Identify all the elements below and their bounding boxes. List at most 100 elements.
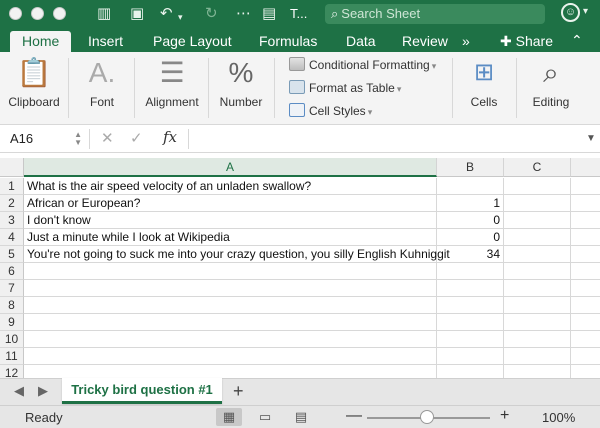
cell-d[interactable]	[571, 195, 600, 212]
column-header-b[interactable]: B	[437, 158, 504, 177]
row-header[interactable]: 10	[0, 331, 24, 348]
cell-d[interactable]	[571, 348, 600, 365]
cell-a[interactable]	[24, 348, 437, 365]
cell-d[interactable]	[571, 331, 600, 348]
row-header[interactable]: 4	[0, 229, 24, 246]
cell-b[interactable]	[437, 331, 504, 348]
cell-a[interactable]	[24, 314, 437, 331]
tab-review[interactable]: Review	[402, 31, 448, 52]
row-header[interactable]: 12	[0, 365, 24, 378]
share-button[interactable]: ✚ Share	[500, 31, 553, 51]
cell-c[interactable]	[504, 229, 571, 246]
cell-b[interactable]	[437, 178, 504, 195]
cancel-icon[interactable]: ✕	[101, 129, 114, 149]
add-sheet-button[interactable]: +	[233, 381, 244, 402]
cell-c[interactable]	[504, 178, 571, 195]
cell-a[interactable]: African or European?	[24, 195, 437, 212]
cell-a[interactable]: What is the air speed velocity of an unl…	[24, 178, 437, 195]
cell-d[interactable]	[571, 246, 600, 263]
zoom-out-button[interactable]: —	[346, 407, 362, 425]
cell-d[interactable]	[571, 314, 600, 331]
zoom-in-button[interactable]: +	[500, 407, 509, 425]
name-box-stepper-icon[interactable]: ▲ ▼	[74, 131, 82, 147]
next-sheet-icon[interactable]: ▶	[38, 383, 48, 399]
cell-d[interactable]	[571, 229, 600, 246]
expand-formula-bar-icon[interactable]: ▼	[586, 133, 596, 144]
format-as-table-button[interactable]: Format as Table ▾	[289, 80, 401, 97]
cell-d[interactable]	[571, 280, 600, 297]
cell-b[interactable]	[437, 280, 504, 297]
column-header-next[interactable]	[571, 158, 600, 177]
sheet-tab[interactable]: Tricky bird question #1	[62, 378, 222, 404]
tab-formulas[interactable]: Formulas	[259, 31, 317, 52]
save-icon[interactable]: ▣	[130, 5, 144, 23]
row-header[interactable]: 2	[0, 195, 24, 212]
cell-a[interactable]	[24, 331, 437, 348]
cell-c[interactable]	[504, 331, 571, 348]
cell-b[interactable]	[437, 348, 504, 365]
cell-d[interactable]	[571, 365, 600, 378]
enter-check-icon[interactable]: ✓	[130, 129, 143, 149]
minimize-window-button[interactable]	[31, 7, 44, 20]
row-header[interactable]: 7	[0, 280, 24, 297]
tab-page-layout[interactable]: Page Layout	[153, 31, 232, 52]
cell-a[interactable]	[24, 263, 437, 280]
zoom-window-button[interactable]	[53, 7, 66, 20]
row-header[interactable]: 9	[0, 314, 24, 331]
cell-d[interactable]	[571, 297, 600, 314]
more-tabs-button[interactable]: »	[462, 31, 470, 52]
cell-b[interactable]	[437, 263, 504, 280]
cell-a[interactable]	[24, 365, 437, 378]
cell-b[interactable]: 0	[437, 229, 504, 246]
page-layout-view-icon[interactable]: ▭	[252, 408, 278, 426]
alignment-button[interactable]: ☰ Alignment	[140, 52, 204, 125]
cell-b[interactable]	[437, 314, 504, 331]
cell-styles-button[interactable]: Cell Styles ▾	[289, 103, 372, 120]
cell-a[interactable]: Just a minute while I look at Wikipedia	[24, 229, 437, 246]
more-commands-icon[interactable]: ⋯	[236, 5, 251, 23]
cell-b[interactable]: 1	[437, 195, 504, 212]
cell-a[interactable]	[24, 297, 437, 314]
name-box[interactable]: A16 ▲ ▼	[8, 129, 84, 149]
feedback-smiley-icon[interactable]: ☺	[561, 3, 580, 22]
cell-c[interactable]	[504, 365, 571, 378]
row-header[interactable]: 6	[0, 263, 24, 280]
cell-c[interactable]	[504, 246, 571, 263]
cell-c[interactable]	[504, 348, 571, 365]
row-header[interactable]: 5	[0, 246, 24, 263]
row-header[interactable]: 8	[0, 297, 24, 314]
cell-a[interactable]	[24, 280, 437, 297]
cell-c[interactable]	[504, 212, 571, 229]
cell-d[interactable]	[571, 263, 600, 280]
formula-input[interactable]	[194, 131, 574, 147]
cells-button[interactable]: ⊞ Cells	[456, 52, 512, 125]
zoom-level[interactable]: 100%	[542, 410, 575, 425]
tab-insert[interactable]: Insert	[88, 31, 123, 52]
cell-b[interactable]: 34	[437, 246, 504, 263]
collapse-ribbon-icon[interactable]: ⌃	[571, 30, 583, 50]
row-header[interactable]: 11	[0, 348, 24, 365]
redo-icon[interactable]: ↻	[205, 5, 218, 23]
sidebar-toggle-icon[interactable]: ▥	[97, 5, 111, 23]
font-button[interactable]: A. Font	[74, 52, 130, 125]
cell-a[interactable]: I don't know	[24, 212, 437, 229]
close-window-button[interactable]	[9, 7, 22, 20]
number-button[interactable]: % Number	[212, 52, 270, 125]
column-header-c[interactable]: C	[504, 158, 571, 177]
tab-data[interactable]: Data	[346, 31, 376, 52]
row-header[interactable]: 3	[0, 212, 24, 229]
conditional-formatting-button[interactable]: Conditional Formatting ▾	[289, 57, 436, 74]
column-header-a[interactable]: A	[24, 158, 437, 177]
cell-c[interactable]	[504, 280, 571, 297]
previous-sheet-icon[interactable]: ◀	[14, 383, 24, 399]
row-header[interactable]: 1	[0, 178, 24, 195]
cell-b[interactable]	[437, 365, 504, 378]
cell-c[interactable]	[504, 195, 571, 212]
zoom-slider-knob[interactable]	[420, 410, 434, 424]
cell-b[interactable]: 0	[437, 212, 504, 229]
cell-c[interactable]	[504, 314, 571, 331]
cell-c[interactable]	[504, 297, 571, 314]
clipboard-button[interactable]: 📋 Clipboard	[4, 52, 64, 125]
undo-icon[interactable]: ↶	[160, 5, 173, 23]
cell-c[interactable]	[504, 263, 571, 280]
